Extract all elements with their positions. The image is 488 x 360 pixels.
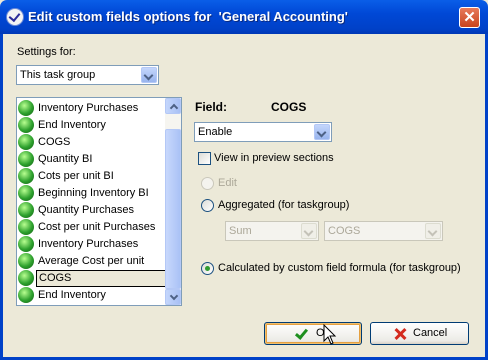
chevron-down-icon[interactable] (425, 223, 441, 239)
green-status-icon (18, 219, 34, 235)
mouse-cursor-icon (323, 324, 337, 345)
list-item-label: Beginning Inventory BI (38, 187, 149, 199)
view-preview-label: View in preview sections (214, 152, 334, 164)
calculated-radio[interactable] (201, 262, 214, 275)
list-item[interactable]: Beginning Inventory BI (18, 185, 165, 202)
enable-value: Enable (198, 126, 233, 138)
aggregated-label: Aggregated (for taskgroup) (218, 199, 350, 211)
list-item-label: Quantity Purchases (38, 204, 134, 216)
list-item-label: Quantity BI (38, 153, 93, 165)
list-item-label: Cost per unit Purchases (38, 221, 156, 233)
aggregate-function-value: Sum (229, 225, 252, 237)
title-bar[interactable]: Edit custom fields options for 'General … (0, 0, 488, 34)
list-item-label: End Inventory (38, 289, 106, 301)
list-item[interactable]: COGS (18, 134, 165, 151)
vertical-scrollbar[interactable] (165, 98, 181, 305)
green-status-icon (18, 270, 34, 286)
cancel-button[interactable]: Cancel (370, 322, 469, 345)
aggregate-function-select[interactable]: Sum (225, 221, 319, 241)
check-icon (295, 328, 307, 340)
green-status-icon (18, 134, 34, 150)
edit-label: Edit (218, 177, 237, 189)
list-item[interactable]: Inventory Purchases (18, 100, 165, 117)
list-item-label: COGS (38, 136, 71, 148)
green-status-icon (18, 253, 34, 269)
list-item[interactable]: Quantity BI (18, 151, 165, 168)
settings-for-value: This task group (20, 69, 96, 81)
list-item[interactable]: Cost per unit Purchases (18, 219, 165, 236)
green-status-icon (18, 168, 34, 184)
enable-select[interactable]: Enable (194, 122, 332, 142)
list-item-label: COGS (36, 270, 167, 287)
cancel-button-label: Cancel (413, 327, 448, 339)
settings-for-select[interactable]: This task group (16, 65, 159, 85)
scroll-thumb[interactable] (165, 129, 181, 289)
list-item[interactable]: Quantity Purchases (18, 202, 165, 219)
field-name: COGS (271, 100, 307, 114)
green-status-icon (18, 287, 34, 303)
list-item-label: Inventory Purchases (38, 102, 139, 114)
chevron-down-icon[interactable] (314, 124, 330, 140)
edit-radio[interactable] (201, 177, 214, 190)
close-button[interactable]: ✕ (459, 7, 480, 28)
settings-for-label: Settings for: (17, 46, 76, 58)
ok-button[interactable]: Ok (264, 322, 362, 345)
list-item-label: Cots per unit BI (38, 170, 114, 182)
window-title: Edit custom fields options for 'General … (28, 9, 348, 24)
view-preview-checkbox[interactable] (198, 152, 211, 165)
green-status-icon (18, 117, 34, 133)
list-item[interactable]: COGS (18, 270, 167, 287)
calculated-label: Calculated by custom field formula (for … (218, 262, 461, 274)
green-status-icon (18, 236, 34, 252)
aggregate-field-value: COGS (328, 225, 361, 237)
list-item-label: End Inventory (38, 119, 106, 131)
list-item-label: Inventory Purchases (38, 238, 139, 250)
fields-list[interactable]: Inventory Purchases End Inventory COGS Quan… (16, 97, 182, 306)
list-item[interactable]: Cots per unit BI (18, 168, 165, 185)
aggregate-field-select[interactable]: COGS (324, 221, 443, 241)
list-item-label: Average Cost per unit (38, 255, 145, 267)
green-status-icon (18, 151, 34, 167)
list-item[interactable]: Inventory Purchases (18, 236, 165, 253)
list-item[interactable]: End Inventory (18, 117, 165, 134)
aggregated-radio[interactable] (201, 199, 214, 212)
chevron-down-icon[interactable] (141, 67, 157, 83)
field-label: Field: (195, 100, 227, 114)
close-icon: ✕ (463, 9, 476, 26)
app-check-icon (6, 8, 24, 26)
scroll-down-button[interactable] (165, 289, 181, 305)
list-item[interactable]: Average Cost per unit (18, 253, 165, 270)
list-item[interactable]: End Inventory (18, 287, 165, 304)
x-icon (394, 328, 406, 340)
green-status-icon (18, 100, 34, 116)
green-status-icon (18, 202, 34, 218)
green-status-icon (18, 185, 34, 201)
chevron-down-icon[interactable] (301, 223, 317, 239)
scroll-up-button[interactable] (165, 98, 181, 114)
